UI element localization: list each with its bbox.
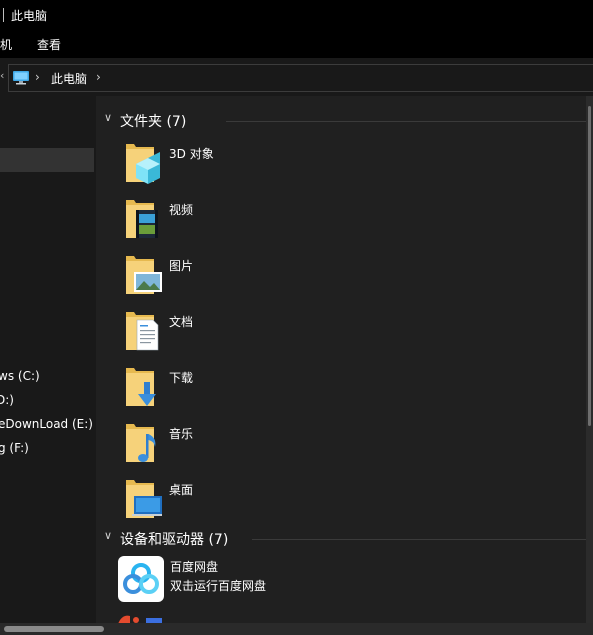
folder-name: 音乐 [169,427,194,441]
folder-name: 图片 [169,259,194,273]
content-pane: ∨ 文件夹 (7) 3D 对象 视频 图片 文档 下载 音乐 桌面 ∨ 设备和驱… [96,96,593,623]
address-bar[interactable]: › 此电脑 › [8,64,593,92]
nav-item-drive-d[interactable]: D:) [0,393,14,407]
desktop-folder-icon [126,480,162,518]
navigation-pane: ws (C:) D:) eDownLoad (E:) g (F:) [0,96,96,623]
folder-item-downloads[interactable]: 下载 [124,366,254,414]
divider [226,121,592,122]
title-divider [3,8,4,22]
scrollbar-thumb[interactable] [4,626,104,632]
ribbon: 机 查看 [0,30,593,58]
chevron-down-icon[interactable]: ∨ [104,111,112,124]
nav-item-drive-e[interactable]: eDownLoad (E:) [0,417,93,431]
folder-name: 桌面 [169,483,194,497]
documents-folder-icon [126,312,159,351]
horizontal-scrollbar[interactable] [0,623,593,635]
this-pc-icon [13,71,29,85]
downloads-folder-icon [126,368,156,406]
3d-objects-folder-icon [126,144,160,184]
folder-name: 3D 对象 [169,147,214,161]
breadcrumb-this-pc[interactable]: 此电脑 [51,70,87,87]
folder-name: 视频 [169,203,194,217]
folder-item-pictures[interactable]: 图片 [124,254,254,302]
divider [252,539,592,540]
pictures-folder-icon [126,256,162,294]
folder-item-desktop[interactable]: 桌面 [124,478,254,526]
folder-name: 文档 [169,315,194,329]
videos-folder-icon [126,200,158,238]
breadcrumb-chevron-icon[interactable]: › [96,70,101,84]
drive-name: 百度网盘 [170,560,219,574]
nav-item-drive-c[interactable]: ws (C:) [0,369,40,383]
folder-name: 下载 [169,371,194,385]
folder-item-documents[interactable]: 文档 [124,310,254,358]
group-header-drives[interactable]: ∨ 设备和驱动器 (7) [104,528,592,550]
nav-item-this-pc-selected[interactable] [0,148,94,172]
folder-item-3d-objects[interactable]: 3D 对象 [124,142,254,190]
breadcrumb-chevron-icon[interactable]: › [35,70,40,84]
drive-description: 双击运行百度网盘 [170,579,267,593]
chevron-down-icon[interactable]: ∨ [104,529,112,542]
scrollbar-thumb[interactable] [588,106,591,426]
title-bar: 此电脑 [0,0,593,30]
folder-item-music[interactable]: 音乐 [124,422,254,470]
music-folder-icon [126,424,156,462]
app-icon [118,615,162,623]
group-header-folders[interactable]: ∨ 文件夹 (7) [104,110,592,132]
up-arrow-icon[interactable]: ‹ [0,69,4,82]
nav-item-drive-f[interactable]: g (F:) [0,441,29,455]
group-label-drives: 设备和驱动器 (7) [120,532,229,548]
window-title: 此电脑 [11,9,48,23]
vertical-scrollbar[interactable] [586,96,593,623]
folder-item-videos[interactable]: 视频 [124,198,254,246]
group-label-folders: 文件夹 (7) [120,114,187,130]
drive-item-app[interactable] [116,612,196,623]
tab-view[interactable]: 查看 [37,36,61,53]
baidu-netdisk-icon [118,556,164,602]
drive-item-baidu-netdisk[interactable]: 百度网盘 双击运行百度网盘 [116,552,316,604]
tab-computer[interactable]: 机 [0,36,12,53]
